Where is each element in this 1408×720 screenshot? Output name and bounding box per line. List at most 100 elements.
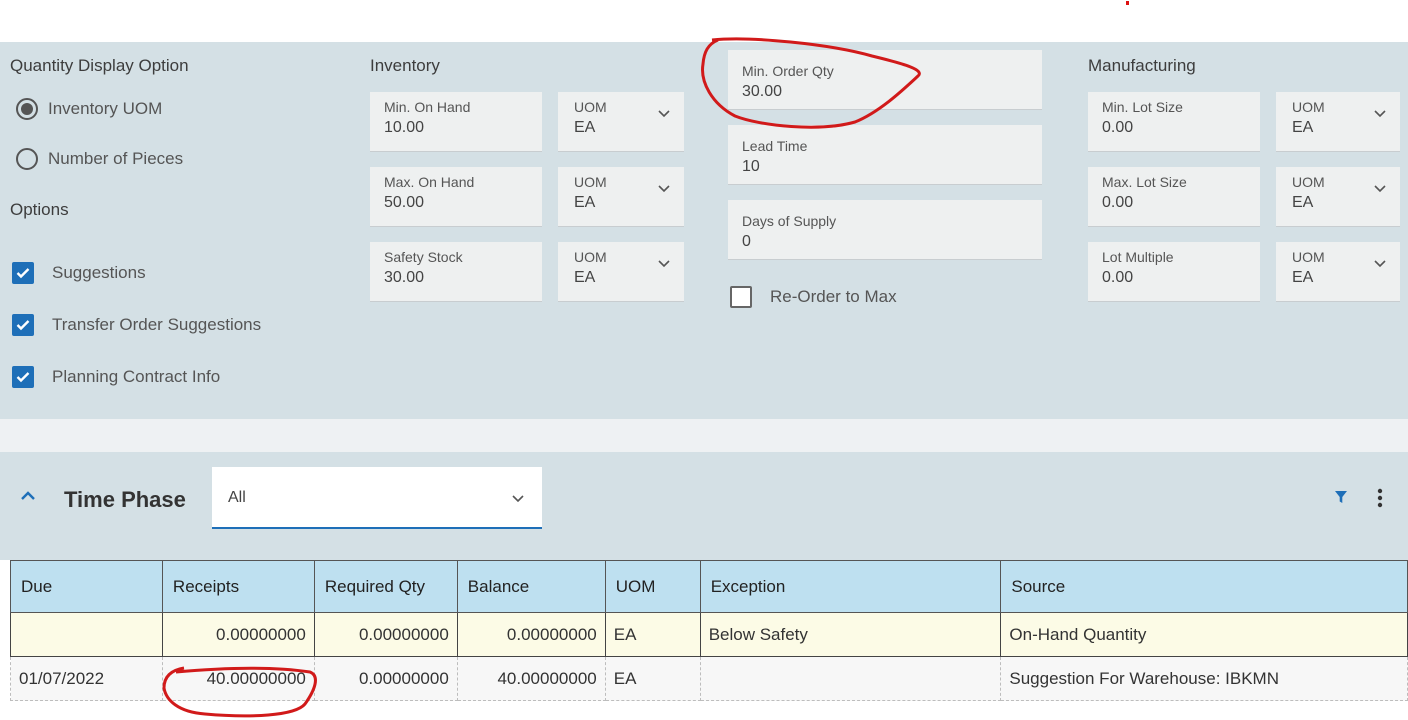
chevron-down-icon[interactable] [1374,185,1386,193]
chevron-down-icon[interactable] [1374,110,1386,118]
uom-value: EA [1292,269,1314,286]
reorder-label: Re-Order to Max [770,287,897,306]
cell-required-qty[interactable]: 0.00000000 [313,656,458,701]
table-row[interactable]: 0.00000000 0.00000000 0.00000000 EA Belo… [10,612,1408,657]
option-label: Suggestions [52,263,146,282]
safety-stock-uom-select[interactable]: UOM EA [558,242,684,302]
min-on-hand-field[interactable]: Min. On Hand 10.00 [370,92,542,152]
annotation-mark [1126,1,1129,5]
min-order-qty-field[interactable]: Min. Order Qty 30.00 [728,50,1042,110]
field-value: 30.00 [384,269,425,286]
field-label: Min. Lot Size [1102,99,1183,115]
checkbox-checked-icon[interactable] [12,262,34,284]
column-header-exception[interactable]: Exception [699,560,1002,613]
max-lot-size-uom-select[interactable]: UOM EA [1276,167,1400,227]
radio-number-of-pieces[interactable]: Number of Pieces [16,148,183,170]
max-on-hand-uom-select[interactable]: UOM EA [558,167,684,227]
column-header-due[interactable]: Due [10,560,163,613]
cell-balance[interactable]: 40.00000000 [456,656,606,701]
uom-label: UOM [574,174,607,190]
uom-label: UOM [574,99,607,115]
chevron-down-icon[interactable] [658,260,670,268]
cell-source[interactable]: Suggestion For Warehouse: IBKMN [1000,656,1408,701]
filter-value: All [228,489,246,506]
field-value: 0 [742,233,751,250]
lead-time-field[interactable]: Lead Time 10 [728,125,1042,185]
field-label: Min. Order Qty [742,63,834,79]
cell-receipts[interactable]: 0.00000000 [161,612,315,657]
filter-icon[interactable] [1334,490,1348,504]
option-planning-contract-info[interactable]: Planning Contract Info [12,366,220,388]
more-options-icon[interactable] [1377,488,1383,508]
option-label: Planning Contract Info [52,367,221,386]
time-phase-filter-select[interactable]: All [212,467,542,529]
field-value: 30.00 [742,83,783,100]
column-header-receipts[interactable]: Receipts [161,560,315,613]
radio-selected-icon[interactable] [16,98,38,120]
field-label: Min. On Hand [384,99,471,115]
cell-due[interactable]: 01/07/2022 [10,656,163,701]
reorder-to-max-checkbox[interactable]: Re-Order to Max [730,286,897,308]
checkbox-unchecked-icon[interactable] [730,286,752,308]
column-header-source[interactable]: Source [1000,560,1408,613]
uom-label: UOM [1292,174,1325,190]
chevron-down-icon[interactable] [658,185,670,193]
uom-value: EA [1292,194,1314,211]
field-value: 0.00 [1102,194,1134,211]
max-on-hand-field[interactable]: Max. On Hand 50.00 [370,167,542,227]
chevron-down-icon[interactable] [658,110,670,118]
field-value: 0.00 [1102,119,1134,136]
options-title: Options [10,200,69,219]
section-gap [0,419,1408,452]
uom-value: EA [1292,119,1314,136]
time-phase-grid: Due Receipts Required Qty Balance UOM Ex… [10,560,1408,701]
field-value: 10 [742,158,760,175]
field-value: 50.00 [384,194,425,211]
min-lot-size-field[interactable]: Min. Lot Size 0.00 [1088,92,1260,152]
chevron-down-icon[interactable] [1374,260,1386,268]
field-value: 0.00 [1102,269,1134,286]
safety-stock-field[interactable]: Safety Stock 30.00 [370,242,542,302]
quantity-display-title: Quantity Display Option [10,56,189,75]
radio-inventory-uom[interactable]: Inventory UOM [16,98,162,120]
cell-due[interactable] [10,612,163,657]
min-lot-size-uom-select[interactable]: UOM EA [1276,92,1400,152]
collapse-chevron-up-icon[interactable] [20,491,36,501]
chevron-down-icon[interactable] [512,495,524,503]
time-phase-title: Time Phase [64,487,186,512]
inventory-title: Inventory [370,56,440,75]
checkbox-checked-icon[interactable] [12,366,34,388]
column-header-uom[interactable]: UOM [604,560,701,613]
checkbox-checked-icon[interactable] [12,314,34,336]
cell-exception[interactable]: Below Safety [699,612,1002,657]
cell-required-qty[interactable]: 0.00000000 [313,612,458,657]
lot-multiple-field[interactable]: Lot Multiple 0.00 [1088,242,1260,302]
column-header-balance[interactable]: Balance [456,560,606,613]
radio-label: Number of Pieces [48,149,184,168]
option-transfer-order-suggestions[interactable]: Transfer Order Suggestions [12,314,261,336]
cell-uom[interactable]: EA [604,612,701,657]
table-row[interactable]: 01/07/2022 40.00000000 0.00000000 40.000… [10,656,1408,701]
days-of-supply-field[interactable]: Days of Supply 0 [728,200,1042,260]
field-label: Lot Multiple [1102,249,1174,265]
manufacturing-title: Manufacturing [1088,56,1196,75]
min-on-hand-uom-select[interactable]: UOM EA [558,92,684,152]
option-suggestions[interactable]: Suggestions [12,262,146,284]
field-value: 10.00 [384,119,425,136]
cell-receipts[interactable]: 40.00000000 [161,656,315,701]
field-label: Safety Stock [384,249,463,265]
uom-label: UOM [574,249,607,265]
lot-multiple-uom-select[interactable]: UOM EA [1276,242,1400,302]
column-header-required-qty[interactable]: Required Qty [313,560,458,613]
grid-header-row: Due Receipts Required Qty Balance UOM Ex… [10,560,1408,613]
cell-exception[interactable] [699,656,1002,701]
cell-source[interactable]: On-Hand Quantity [1000,612,1408,657]
max-lot-size-field[interactable]: Max. Lot Size 0.00 [1088,167,1260,227]
uom-value: EA [574,194,596,211]
radio-unselected-icon[interactable] [16,148,38,170]
option-label: Transfer Order Suggestions [52,315,262,334]
top-strip [0,0,1408,42]
cell-balance[interactable]: 0.00000000 [456,612,606,657]
uom-value: EA [574,119,596,136]
cell-uom[interactable]: EA [604,656,701,701]
